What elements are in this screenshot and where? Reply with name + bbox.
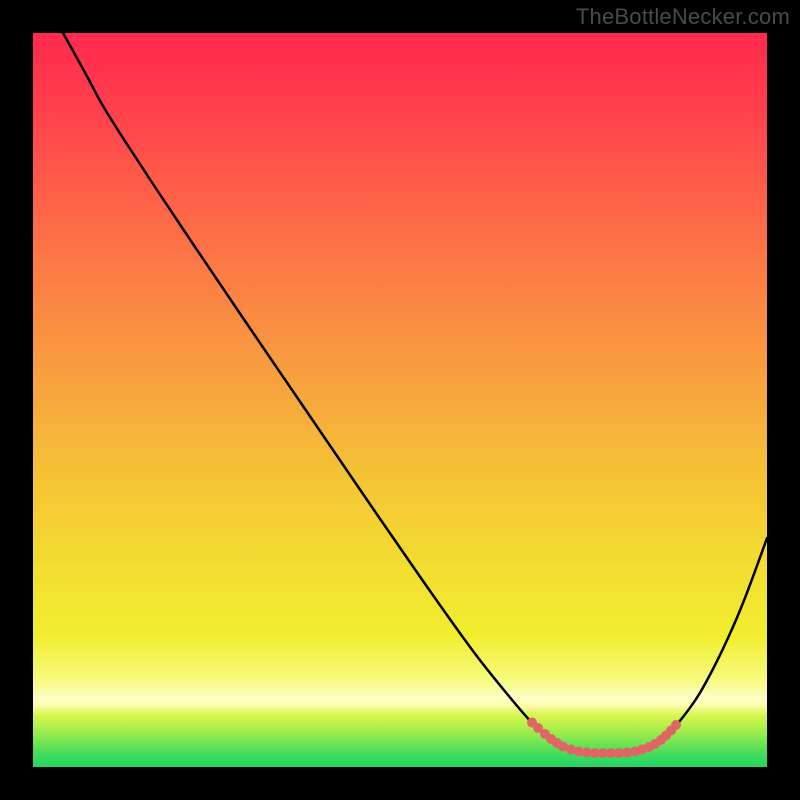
gradient-background — [33, 33, 767, 767]
attribution-text: TheBottleNecker.com — [576, 4, 790, 30]
plot-area — [33, 33, 767, 767]
chart-container: TheBottleNecker.com — [0, 0, 800, 800]
highlight-dot — [671, 720, 681, 730]
plot-svg — [33, 33, 767, 767]
